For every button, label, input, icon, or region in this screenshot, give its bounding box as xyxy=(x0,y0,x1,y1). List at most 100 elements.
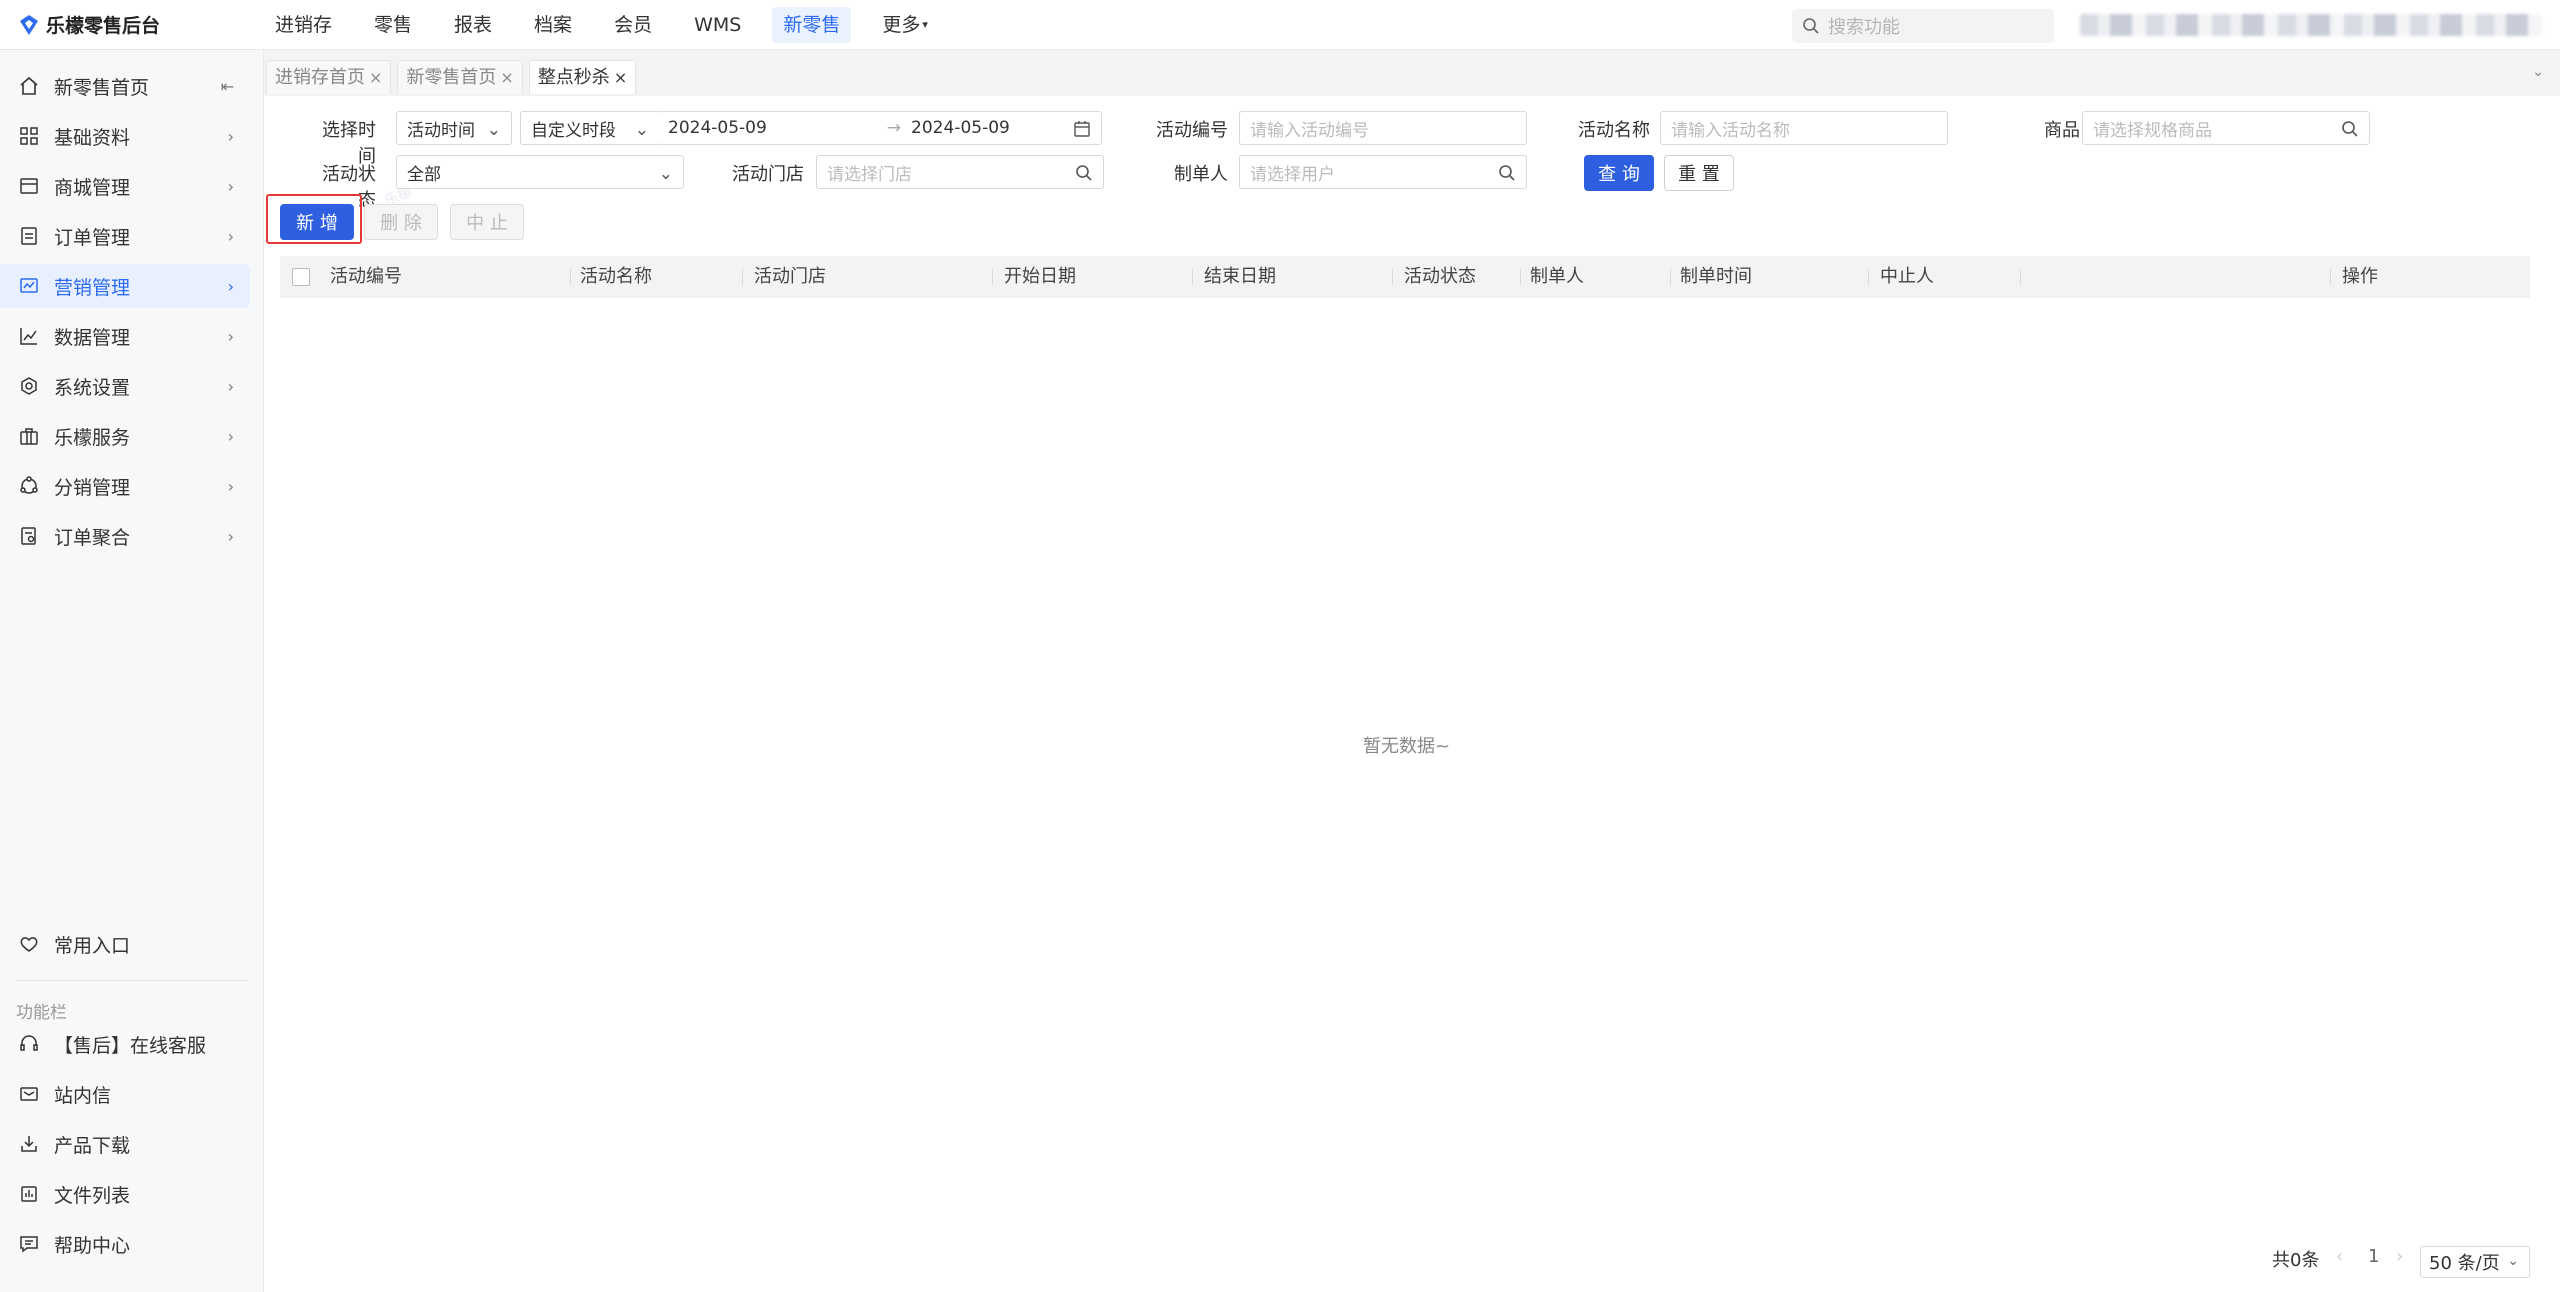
download-icon xyxy=(18,1133,40,1155)
sidebar-item-mall[interactable]: 商城管理 › xyxy=(0,164,250,208)
nav-item-inventory[interactable]: 进销存 xyxy=(264,7,343,43)
activity-code-placeholder: 请输入活动编号 xyxy=(1250,120,1369,141)
product-input[interactable]: 请选择规格商品 xyxy=(2082,111,2370,145)
stop-button[interactable]: 中 止 xyxy=(450,204,524,240)
order-icon xyxy=(18,225,40,247)
search-icon[interactable] xyxy=(1075,164,1093,187)
collapse-sidebar-icon[interactable]: ⇤ xyxy=(221,77,234,96)
global-search-input[interactable]: 搜索功能 xyxy=(1792,9,2054,43)
time-range-value: 自定义时段 xyxy=(531,120,616,141)
sidebar-tool-messages[interactable]: 站内信 xyxy=(0,1072,250,1116)
close-icon[interactable]: × xyxy=(614,68,627,87)
section-label: 功能栏 xyxy=(16,1003,67,1023)
column-header[interactable]: 中止人 xyxy=(1880,256,1934,298)
date-range-picker[interactable]: 2024-05-09 → 2024-05-09 xyxy=(658,111,1102,145)
nav-item-members[interactable]: 会员 xyxy=(603,7,663,43)
headset-icon xyxy=(18,1033,40,1055)
column-divider xyxy=(1192,269,1193,285)
table-header: 活动编号 活动名称 活动门店 开始日期 结束日期 活动状态 制单人 制单时间 中… xyxy=(280,256,2530,298)
tab-flash-sale[interactable]: 整点秒杀 × xyxy=(528,60,637,94)
delete-button[interactable]: 删 除 xyxy=(364,204,438,240)
close-icon[interactable]: × xyxy=(369,68,382,87)
nav-item-archives[interactable]: 档案 xyxy=(523,7,583,43)
column-header[interactable]: 制单时间 xyxy=(1680,256,1752,298)
column-divider xyxy=(2330,269,2331,285)
activity-code-input[interactable]: 请输入活动编号 xyxy=(1239,111,1527,145)
help-icon xyxy=(18,1233,40,1255)
column-header[interactable]: 活动名称 xyxy=(580,256,652,298)
search-icon xyxy=(1803,18,1819,34)
sidebar-tool-help[interactable]: 帮助中心 xyxy=(0,1222,250,1266)
column-header[interactable]: 制单人 xyxy=(1530,256,1584,298)
store-label: 活动门店 xyxy=(732,164,804,185)
sidebar-favorites[interactable]: 常用入口 xyxy=(0,922,250,966)
column-header[interactable]: 操作 xyxy=(2342,256,2378,298)
sidebar-item-orders[interactable]: 订单管理 › xyxy=(0,214,250,258)
column-header[interactable]: 活动编号 xyxy=(330,256,402,298)
app-title: 乐檬零售后台 xyxy=(46,15,161,37)
close-icon[interactable]: × xyxy=(500,68,513,87)
query-button[interactable]: 查 询 xyxy=(1584,155,1654,191)
sidebar-item-home[interactable]: 新零售首页 ⇤ xyxy=(0,64,250,108)
sidebar-tool-file-list[interactable]: 文件列表 xyxy=(0,1172,250,1216)
top-nav: 进销存 零售 报表 档案 会员 WMS 新零售 更多 ▾ xyxy=(264,0,959,50)
page-size-value: 50 条/页 xyxy=(2429,1253,2500,1274)
column-header[interactable]: 活动状态 xyxy=(1404,256,1476,298)
nav-item-reports[interactable]: 报表 xyxy=(443,7,503,43)
sidebar-item-label: 订单聚合 xyxy=(54,526,131,549)
nav-item-retail[interactable]: 零售 xyxy=(363,7,423,43)
nav-item-more[interactable]: 更多 ▾ xyxy=(871,7,939,43)
sidebar-item-distribution[interactable]: 分销管理 › xyxy=(0,464,250,508)
date-end: 2024-05-09 xyxy=(911,118,1010,138)
home-icon xyxy=(18,75,40,97)
chevron-right-icon: › xyxy=(227,326,234,346)
user-info-blurred[interactable] xyxy=(2080,14,2542,36)
chevron-down-icon: ⌄ xyxy=(2507,1253,2519,1269)
select-all-checkbox[interactable] xyxy=(292,268,310,286)
tab-label: 进销存首页 xyxy=(275,67,365,88)
page-size-select[interactable]: 50 条/页 ⌄ xyxy=(2420,1246,2530,1278)
sidebar-item-label: 乐檬服务 xyxy=(54,426,131,449)
calendar-icon xyxy=(1073,120,1091,143)
sidebar-tool-online-service[interactable]: 【售后】在线客服 xyxy=(0,1022,250,1066)
activity-name-input[interactable]: 请输入活动名称 xyxy=(1660,111,1948,145)
sidebar-item-label: 分销管理 xyxy=(54,476,131,499)
time-type-select[interactable]: 活动时间 ⌄ xyxy=(396,111,512,145)
time-type-value: 活动时间 xyxy=(407,120,475,141)
reset-button[interactable]: 重 置 xyxy=(1664,155,1734,191)
nav-item-new-retail[interactable]: 新零售 xyxy=(772,6,852,43)
prev-page-icon[interactable]: ‹ xyxy=(2336,1246,2343,1267)
sidebar-item-data[interactable]: 数据管理 › xyxy=(0,314,250,358)
column-header[interactable]: 活动门店 xyxy=(754,256,826,298)
sidebar-item-label: 系统设置 xyxy=(54,376,131,399)
nav-item-wms[interactable]: WMS xyxy=(683,7,752,43)
sidebar-item-marketing[interactable]: 营销管理 › xyxy=(0,264,250,308)
sidebar-item-label: 数据管理 xyxy=(54,326,131,349)
store-input[interactable]: 请选择门店 xyxy=(816,155,1104,189)
sidebar-item-label: 新零售首页 xyxy=(54,76,150,99)
sidebar-item-order-aggregation[interactable]: 订单聚合 › xyxy=(0,514,250,558)
time-range-select[interactable]: 自定义时段 ⌄ xyxy=(520,111,660,145)
page-number[interactable]: 1 xyxy=(2368,1246,2379,1267)
search-icon[interactable] xyxy=(2341,120,2359,143)
sidebar-tool-download[interactable]: 产品下载 xyxy=(0,1122,250,1166)
tool-label: 文件列表 xyxy=(54,1184,131,1207)
top-bar: 乐檬零售后台 进销存 零售 报表 档案 会员 WMS 新零售 更多 ▾ 搜索功能 xyxy=(0,0,2560,50)
column-header[interactable]: 开始日期 xyxy=(1004,256,1076,298)
status-select[interactable]: 全部 ⌄ xyxy=(396,155,684,189)
chevron-right-icon: › xyxy=(227,126,234,146)
creator-input[interactable]: 请选择用户 xyxy=(1239,155,1527,189)
column-header[interactable]: 结束日期 xyxy=(1204,256,1276,298)
next-page-icon[interactable]: › xyxy=(2396,1246,2403,1267)
favorites-label: 常用入口 xyxy=(54,934,131,957)
service-icon xyxy=(18,425,40,447)
tab-new-retail-home[interactable]: 新零售首页 × xyxy=(397,60,523,94)
column-divider xyxy=(1392,269,1393,285)
brand[interactable]: 乐檬零售后台 xyxy=(0,11,264,38)
sidebar-item-settings[interactable]: 系统设置 › xyxy=(0,364,250,408)
tabs-dropdown-icon[interactable]: ⌄ xyxy=(2526,64,2550,88)
search-icon[interactable] xyxy=(1498,164,1516,187)
tab-inventory-home[interactable]: 进销存首页 × xyxy=(266,60,392,94)
sidebar-item-basic-data[interactable]: 基础资料 › xyxy=(0,114,250,158)
sidebar-item-service[interactable]: 乐檬服务 › xyxy=(0,414,250,458)
